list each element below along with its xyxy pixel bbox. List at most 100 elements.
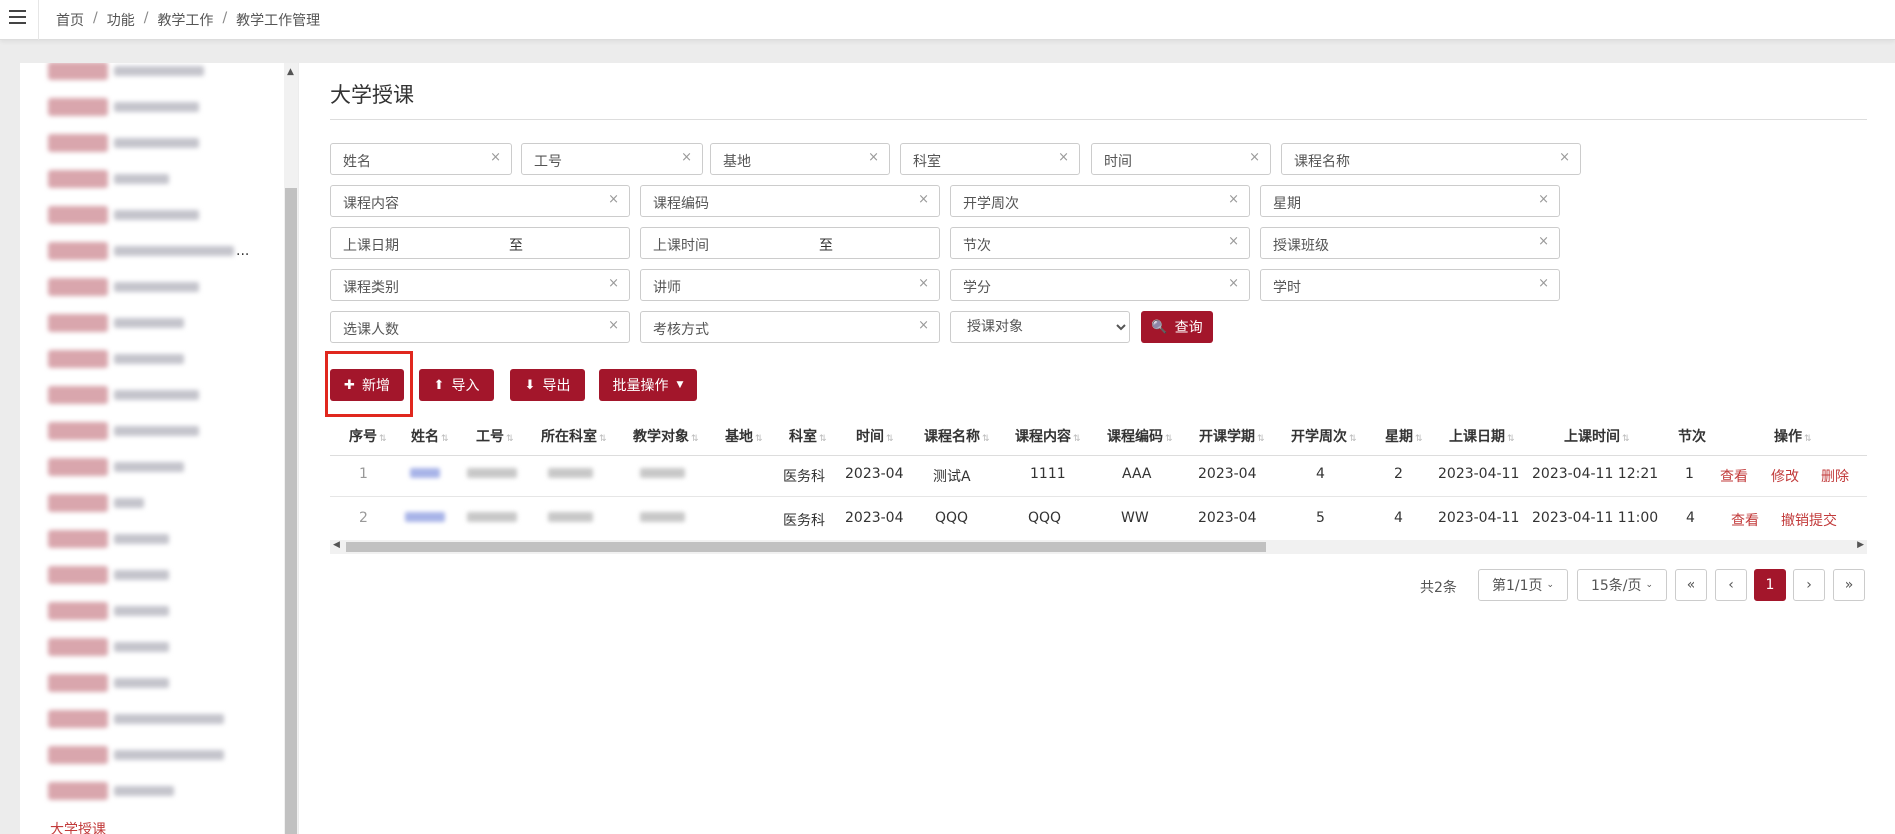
sidebar-item[interactable] — [48, 493, 144, 513]
clear-icon[interactable]: × — [490, 150, 501, 165]
sidebar-item[interactable] — [48, 169, 169, 189]
class-time-range[interactable]: 上课时间至 — [640, 227, 940, 259]
col-term[interactable]: 开课学期 ⇅ — [1199, 426, 1265, 446]
scroll-left-icon[interactable]: ◀ — [333, 540, 340, 550]
base-field[interactable]: 基地 × — [710, 143, 890, 175]
sidebar-scrollbar[interactable]: ▲ — [284, 63, 298, 834]
sidebar-item[interactable] — [48, 709, 224, 729]
clear-icon[interactable]: × — [681, 150, 692, 165]
teacher-name-link[interactable] — [405, 510, 445, 526]
col-seq[interactable]: 序号 ⇅ — [349, 426, 387, 446]
sidebar-item[interactable] — [48, 421, 199, 441]
scroll-up-icon[interactable]: ▲ — [287, 67, 294, 77]
clear-icon[interactable]: × — [608, 318, 619, 333]
last-page-button[interactable]: » — [1833, 569, 1865, 601]
teacher-name-link[interactable] — [410, 466, 440, 482]
clear-icon[interactable]: × — [608, 276, 619, 291]
query-button[interactable]: 🔍 查询 — [1141, 311, 1213, 343]
col-course-code[interactable]: 课程编码 ⇅ — [1107, 426, 1173, 446]
sidebar-item[interactable] — [48, 781, 174, 801]
clear-icon[interactable]: × — [1228, 276, 1239, 291]
sidebar-item[interactable] — [48, 673, 169, 693]
page-1-button[interactable]: 1 — [1754, 569, 1786, 601]
sidebar-item[interactable] — [48, 63, 204, 81]
col-start-week[interactable]: 开学周次 ⇅ — [1291, 426, 1357, 446]
scroll-thumb[interactable] — [285, 188, 297, 834]
sidebar-item[interactable] — [48, 601, 169, 621]
class-group-field[interactable]: 授课班级 × — [1260, 227, 1560, 259]
clear-icon[interactable]: × — [1228, 234, 1239, 249]
clear-icon[interactable]: × — [1538, 234, 1549, 249]
clear-icon[interactable]: × — [608, 192, 619, 207]
clear-icon[interactable]: × — [918, 192, 929, 207]
clear-icon[interactable]: × — [1249, 150, 1260, 165]
start-week-field[interactable]: 开学周次 × — [950, 185, 1250, 217]
menu-toggle-icon[interactable] — [9, 10, 26, 24]
course-code-field[interactable]: 课程编码 × — [640, 185, 940, 217]
prev-page-button[interactable]: ‹ — [1715, 569, 1747, 601]
first-page-button[interactable]: « — [1675, 569, 1707, 601]
col-name[interactable]: 姓名 ⇅ — [411, 426, 449, 446]
col-course-name[interactable]: 课程名称 ⇅ — [924, 426, 990, 446]
exam-method-field[interactable]: 考核方式 × — [640, 311, 940, 343]
breadcrumb-teaching[interactable]: 教学工作 — [157, 10, 213, 30]
sidebar-item[interactable] — [48, 385, 199, 405]
course-name-field[interactable]: 课程名称 × — [1281, 143, 1581, 175]
sidebar-item[interactable] — [48, 745, 224, 765]
col-base[interactable]: 基地 ⇅ — [725, 426, 763, 446]
course-content-field[interactable]: 课程内容 × — [330, 185, 630, 217]
sidebar-item[interactable] — [48, 97, 199, 117]
sidebar-item[interactable] — [48, 133, 199, 153]
view-link[interactable]: 查看 — [1720, 466, 1748, 486]
clear-icon[interactable]: × — [1538, 192, 1549, 207]
import-button[interactable]: ⬆ 导入 — [419, 369, 494, 401]
col-job-no[interactable]: 工号 ⇅ — [476, 426, 514, 446]
weekday-field[interactable]: 星期 × — [1260, 185, 1560, 217]
page-select[interactable]: 第1/1页 ⌄ — [1478, 569, 1568, 601]
col-datetime[interactable]: 上课时间 ⇅ — [1564, 426, 1630, 446]
breadcrumb-home[interactable]: 首页 — [56, 10, 84, 30]
page-size-select[interactable]: 15条/页 ⌄ — [1577, 569, 1667, 601]
col-actions[interactable]: 操作 ⇅ — [1774, 426, 1812, 446]
lecturer-field[interactable]: 讲师 × — [640, 269, 940, 301]
col-dept[interactable]: 科室 ⇅ — [789, 426, 827, 446]
col-department[interactable]: 所在科室 ⇅ — [541, 426, 607, 446]
clear-icon[interactable]: × — [1559, 150, 1570, 165]
scroll-right-icon[interactable]: ▶ — [1857, 540, 1864, 550]
col-target[interactable]: 教学对象 ⇅ — [633, 426, 699, 446]
sidebar-item[interactable] — [48, 565, 169, 585]
col-time[interactable]: 时间 ⇅ — [856, 426, 894, 446]
clear-icon[interactable]: × — [868, 150, 879, 165]
job-no-field[interactable]: 工号 × — [521, 143, 703, 175]
revoke-submit-link[interactable]: 撤销提交 — [1781, 510, 1837, 530]
edit-link[interactable]: 修改 — [1771, 466, 1799, 486]
col-date[interactable]: 上课日期 ⇅ — [1449, 426, 1515, 446]
clear-icon[interactable]: × — [918, 276, 929, 291]
course-type-field[interactable]: 课程类别 × — [330, 269, 630, 301]
col-weekday[interactable]: 星期 ⇅ — [1385, 426, 1423, 446]
clear-icon[interactable]: × — [1228, 192, 1239, 207]
sidebar-item[interactable] — [48, 313, 184, 333]
batch-button[interactable]: 批量操作 ▼ — [599, 369, 697, 401]
sidebar-item[interactable] — [48, 349, 184, 369]
sidebar-item[interactable] — [48, 529, 169, 549]
col-course-content[interactable]: 课程内容 ⇅ — [1015, 426, 1081, 446]
credit-field[interactable]: 学分 × — [950, 269, 1250, 301]
dept-field[interactable]: 科室 × — [900, 143, 1080, 175]
sidebar-item[interactable] — [48, 457, 184, 477]
class-date-range[interactable]: 上课日期至 — [330, 227, 630, 259]
sidebar-item[interactable] — [48, 637, 169, 657]
hscroll-thumb[interactable] — [346, 542, 1266, 552]
sidebar-item[interactable] — [48, 277, 199, 297]
period-field[interactable]: 节次 × — [950, 227, 1250, 259]
next-page-button[interactable]: › — [1793, 569, 1825, 601]
breadcrumb-function[interactable]: 功能 — [107, 10, 135, 30]
target-select[interactable]: 授课对象 — [950, 311, 1130, 343]
time-field[interactable]: 时间 × — [1091, 143, 1271, 175]
sidebar-item[interactable] — [48, 205, 199, 225]
name-field[interactable]: 姓名 × — [330, 143, 512, 175]
view-link[interactable]: 查看 — [1731, 510, 1759, 530]
target-select-control[interactable]: 授课对象 — [951, 312, 1129, 342]
enroll-count-field[interactable]: 选课人数 × — [330, 311, 630, 343]
export-button[interactable]: ⬇ 导出 — [510, 369, 585, 401]
